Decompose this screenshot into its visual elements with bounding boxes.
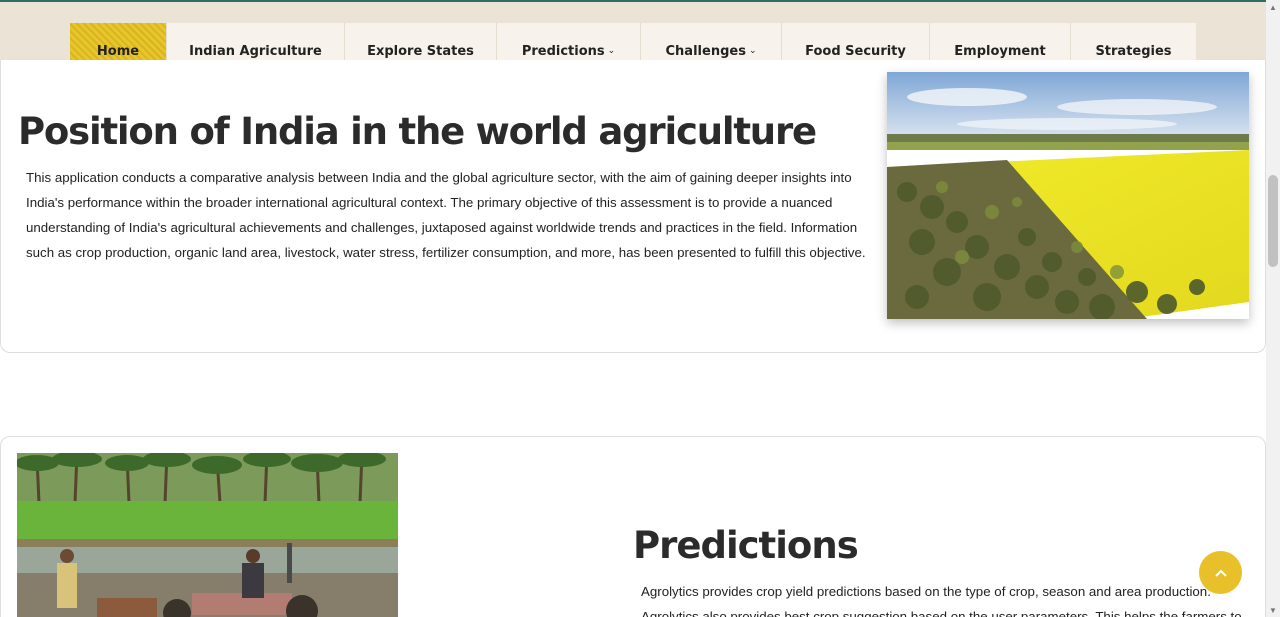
chevron-up-icon [1214,569,1227,577]
scroll-down-arrow-icon[interactable]: ▼ [1266,603,1280,617]
scroll-to-top-button[interactable] [1199,551,1242,594]
nav-home-label: Home [96,43,140,59]
nav-predictions-label: Predictions [521,43,605,59]
page-scrollbar[interactable]: ▲ ▼ [1266,0,1280,617]
predictions-title: Predictions [633,524,859,567]
nav-explore-states-label: Explore States [367,43,474,59]
nav-food-security-label: Food Security [805,43,906,59]
nav-challenges-label: Challenges [665,43,746,59]
world-agriculture-title: Position of India in the world agricultu… [18,110,817,153]
farmers-tractor-image [17,453,398,617]
predictions-description: Agrolytics provides crop yield predictio… [641,584,1242,617]
nav-strategies-label: Strategies [1095,43,1172,59]
scrollbar-thumb[interactable] [1268,175,1278,267]
canola-field-image [887,72,1249,319]
nav-indian-agriculture-label: Indian Agriculture [189,43,322,59]
chevron-down-icon: ⌄ [748,46,757,56]
chevron-down-icon: ⌄ [607,46,616,56]
scroll-up-arrow-icon[interactable]: ▲ [1266,0,1280,14]
world-agriculture-description: This application conducts a comparative … [26,170,866,260]
nav-employment-label: Employment [954,43,1046,59]
